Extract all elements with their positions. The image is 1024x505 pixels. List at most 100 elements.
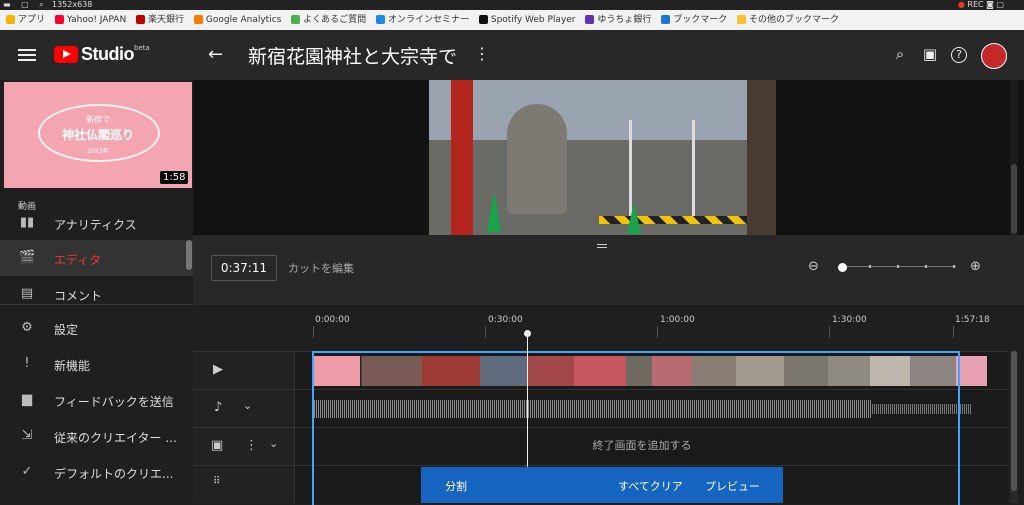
feedback-icon: ▆	[22, 392, 32, 407]
thumbnail-text: 新宿で	[86, 115, 110, 124]
zoom-slider-thumb[interactable]	[838, 263, 847, 272]
youtube-play-icon	[54, 46, 78, 63]
more-options-icon[interactable]: ⋮	[245, 438, 258, 453]
recorder-size: 1352x638	[52, 0, 93, 9]
bookmarks-bar: アプリ Yahoo! JAPAN 楽天銀行 Google Analytics よ…	[0, 10, 1024, 30]
sidebar-item-default-creator[interactable]: ✓ デフォルトのクリエ...	[0, 454, 193, 490]
sidebar-item-whats-new[interactable]: ! 新機能	[0, 346, 193, 382]
playhead-knob[interactable]	[524, 330, 531, 337]
bookmark-item[interactable]: アプリ	[6, 10, 45, 30]
duration-badge: 1:58	[160, 171, 189, 184]
ruler-tick: 0:00:00	[315, 315, 350, 325]
current-time-field[interactable]: 0:37:11	[211, 255, 277, 281]
menu-icon[interactable]	[18, 46, 36, 64]
gear-icon: ⚙	[21, 320, 33, 335]
bookmark-item[interactable]: ブックマーク	[661, 10, 727, 30]
sidebar-item-label: 従来のクリエイター ...	[54, 431, 177, 445]
annotation-track-header: ⠿	[193, 466, 295, 503]
sidebar-item-label: デフォルトのクリエ...	[54, 467, 174, 481]
recorder-icons[interactable]: ▬ ▢ ⌕	[3, 0, 48, 10]
bookmark-item[interactable]: 楽天銀行	[136, 10, 184, 30]
audio-track-header: ♪ ⌄	[193, 390, 295, 427]
zoom-out-icon[interactable]: ⊖	[808, 259, 819, 274]
more-options-icon[interactable]: ⋮	[474, 44, 490, 63]
analytics-icon: ▮▮	[19, 215, 35, 230]
bookmark-favicon	[6, 15, 15, 24]
ruler-tick-line	[829, 326, 830, 338]
search-icon[interactable]: ⌕	[891, 45, 909, 63]
ruler-tick: 1:57:18	[955, 315, 990, 325]
studio-header	[0, 30, 1024, 81]
bookmark-item[interactable]: よくあるご質問	[291, 10, 366, 30]
chevron-down-icon[interactable]: ⌄	[269, 437, 278, 450]
sidebar-scrollbar[interactable]	[186, 240, 192, 270]
sidebar-item-label: 設定	[54, 323, 79, 337]
bookmark-favicon	[54, 15, 64, 24]
video-preview[interactable]	[429, 80, 776, 235]
video-track-header: ▶	[193, 352, 295, 389]
grid-icon: ⠿	[213, 476, 221, 487]
ruler-tick: 1:00:00	[660, 315, 695, 325]
sidebar-item-label: フィードバックを送信	[54, 395, 174, 409]
sidebar-item-label: エディタ	[54, 253, 102, 267]
bookmark-favicon	[291, 15, 301, 24]
alert-icon: !	[24, 356, 30, 371]
split-button[interactable]: 分割	[445, 478, 467, 494]
timeline-scrollbar[interactable]	[1010, 351, 1018, 503]
clear-all-button[interactable]: すべてクリア	[618, 478, 683, 494]
bookmark-item[interactable]: Spotify Web Player	[478, 10, 576, 30]
ruler-tick-line	[485, 326, 486, 338]
bookmark-item[interactable]: Google Analytics	[193, 10, 281, 30]
resize-handle-icon[interactable]	[597, 242, 607, 250]
sidebar-item-editor[interactable]: 🎬 エディタ	[0, 240, 193, 276]
bookmark-favicon	[737, 15, 747, 24]
ruler-tick: 0:30:00	[488, 315, 523, 325]
sidebar-item-label: 新機能	[54, 359, 91, 373]
thumbnail-text: 2023年	[87, 148, 109, 155]
sidebar-item-label: アナリティクス	[54, 218, 137, 232]
bookmark-item[interactable]: オンラインセミナー	[376, 10, 469, 30]
comment-icon: ▤	[20, 286, 34, 301]
end-screen-icon: ▣	[211, 438, 224, 453]
bookmark-item[interactable]: Yahoo! JAPAN	[54, 10, 126, 30]
zoom-in-icon[interactable]: ⊕	[970, 259, 981, 274]
music-note-icon[interactable]: ♪	[214, 400, 222, 415]
bookmark-favicon	[661, 15, 671, 24]
youtube-studio-logo[interactable]: Studiobeta	[54, 44, 150, 65]
ruler-tick: 1:30:00	[832, 315, 867, 325]
ruler-tick-line	[953, 326, 954, 338]
bookmark-favicon	[193, 15, 203, 24]
end-screen-track-header: ▣ ⋮ ⌄	[193, 428, 295, 465]
preview-scrollbar[interactable]	[1010, 80, 1018, 235]
preview-button[interactable]: プレビュー	[705, 478, 760, 494]
ruler-tick-line	[313, 326, 314, 338]
sidebar-item-comments[interactable]: ▤ コメント	[0, 276, 193, 312]
bookmark-favicon	[585, 15, 595, 24]
recorder-bar: ▬ ▢ ⌕ 1352x638 ● REC ◙ ▢	[0, 0, 1024, 10]
exit-icon: ⇲	[21, 428, 33, 443]
edit-cut-button[interactable]: カットを編集	[288, 260, 354, 276]
back-arrow-icon[interactable]: ←	[208, 44, 223, 65]
bookmark-favicon	[478, 15, 488, 24]
bookmark-item[interactable]: ゆうちょ銀行	[585, 10, 651, 30]
clapperboard-icon: 🎬	[19, 250, 36, 265]
sidebar-divider	[0, 304, 193, 305]
video-title: 新宿花園神社と大宗寺で	[248, 46, 458, 68]
sidebar-item-feedback[interactable]: ▆ フィードバックを送信	[0, 382, 193, 418]
bookmark-item[interactable]: その他のブックマーク	[737, 10, 839, 30]
edit-action-bar: 分割 すべてクリア プレビュー	[421, 467, 783, 503]
sidebar-item-settings[interactable]: ⚙ 設定	[0, 310, 193, 346]
avatar[interactable]	[981, 43, 1007, 69]
zoom-slider[interactable]	[843, 265, 956, 268]
sidebar-item-analytics[interactable]: ▮▮ アナリティクス	[0, 205, 193, 241]
video-camera-icon: ▶	[213, 362, 223, 377]
studio-label: Studio	[81, 44, 135, 64]
sidebar-item-classic-studio[interactable]: ⇲ 従来のクリエイター ...	[0, 418, 193, 454]
bookmark-favicon	[136, 15, 146, 24]
beta-label: beta	[134, 44, 150, 52]
create-video-icon[interactable]: ▣	[921, 45, 939, 63]
help-icon[interactable]: ?	[951, 47, 967, 63]
chevron-down-icon[interactable]: ⌄	[243, 399, 252, 412]
rec-dot-icon: ●	[957, 0, 965, 9]
recorder-rec[interactable]: ● REC ◙ ▢	[958, 0, 1004, 10]
